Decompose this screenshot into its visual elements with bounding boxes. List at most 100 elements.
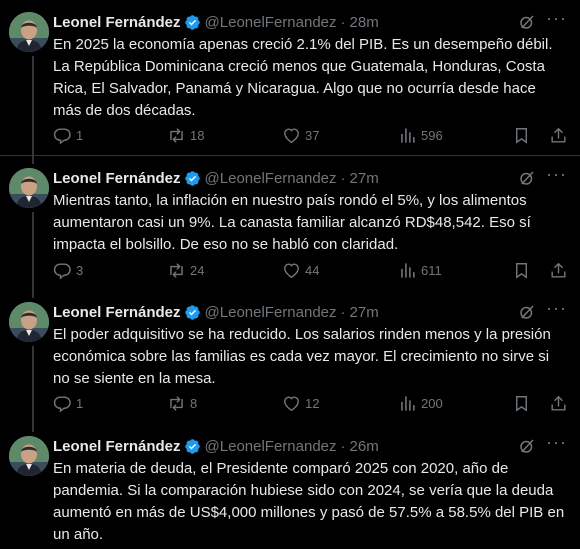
separator-dot: · <box>340 169 346 187</box>
thread-line <box>32 346 34 424</box>
thread-line <box>32 212 34 290</box>
tweet-actions: 3 24 44 611 <box>53 261 568 281</box>
tweet-time[interactable]: 28m <box>350 14 379 31</box>
grok-icon[interactable] <box>518 169 536 187</box>
tweet-time[interactable]: 27m <box>350 304 379 321</box>
reply-icon <box>53 394 72 413</box>
avatar-image <box>9 436 49 476</box>
view-count: 200 <box>421 396 443 411</box>
repost-button[interactable]: 18 <box>167 126 204 145</box>
share-icon[interactable] <box>549 394 568 413</box>
like-button[interactable]: 44 <box>282 261 319 280</box>
author-name[interactable]: Leonel Fernández <box>53 438 181 455</box>
repost-icon <box>167 394 186 413</box>
views-button[interactable]: 200 <box>398 394 443 413</box>
tweet[interactable]: Leonel Fernández @LeonelFernandez · 26m … <box>0 424 580 549</box>
verified-badge-icon <box>184 170 201 187</box>
more-options-icon[interactable]: ··· <box>546 165 566 188</box>
tweet-extra-actions <box>512 261 568 280</box>
tweet-time[interactable]: 26m <box>350 438 379 455</box>
separator-dot: · <box>340 303 346 321</box>
grok-icon[interactable] <box>518 13 536 31</box>
separator-dot: · <box>340 13 346 31</box>
repost-button[interactable]: 8 <box>167 394 197 413</box>
grok-icon[interactable] <box>518 303 536 321</box>
avatar[interactable] <box>9 436 49 476</box>
bookmark-icon[interactable] <box>512 126 531 145</box>
tweet-header: Leonel Fernández @LeonelFernandez · 26m … <box>53 433 570 456</box>
reply-count: 1 <box>76 128 84 143</box>
separator-dot: · <box>340 437 346 455</box>
tweet-text: En materia de deuda, el Presidente compa… <box>53 460 565 543</box>
more-options-icon[interactable]: ··· <box>546 433 566 456</box>
author-name[interactable]: Leonel Fernández <box>53 14 181 31</box>
verified-badge-icon <box>184 304 201 321</box>
heart-icon <box>282 126 301 145</box>
tweet-header: Leonel Fernández @LeonelFernandez · 27m … <box>53 299 570 322</box>
author-name[interactable]: Leonel Fernández <box>53 304 181 321</box>
share-icon[interactable] <box>549 261 568 280</box>
avatar[interactable] <box>9 12 49 52</box>
tweet-extra-actions <box>512 394 568 413</box>
views-icon <box>398 394 417 413</box>
share-icon[interactable] <box>549 126 568 145</box>
grok-icon[interactable] <box>518 437 536 455</box>
reply-button[interactable]: 1 <box>53 394 83 413</box>
more-options-icon[interactable]: ··· <box>546 299 566 322</box>
like-button[interactable]: 37 <box>282 126 319 145</box>
tweet-time[interactable]: 27m <box>350 170 379 187</box>
thread-line <box>32 156 34 164</box>
reply-icon <box>53 126 72 145</box>
thread-line <box>32 290 34 298</box>
repost-count: 18 <box>190 128 205 143</box>
thread-line <box>32 424 34 432</box>
view-count: 611 <box>421 263 442 278</box>
reply-count: 1 <box>76 396 84 411</box>
tweet[interactable]: Leonel Fernández @LeonelFernandez · 27m … <box>0 290 580 424</box>
tweet-text: El poder adquisitivo se ha reducido. Los… <box>53 326 551 387</box>
tweet-actions: 1 18 37 596 <box>53 126 568 146</box>
avatar[interactable] <box>9 302 49 342</box>
views-button[interactable]: 596 <box>398 126 443 145</box>
views-icon <box>398 126 417 145</box>
more-options-icon[interactable]: ··· <box>546 9 566 32</box>
tweet-extra-actions <box>512 126 568 145</box>
reply-button[interactable]: 3 <box>53 261 83 280</box>
like-count: 37 <box>305 128 320 143</box>
tweet-text: Mientras tanto, la inflación en nuestro … <box>53 192 531 253</box>
heart-icon <box>282 261 301 280</box>
avatar[interactable] <box>9 168 49 208</box>
bookmark-icon[interactable] <box>512 394 531 413</box>
author-handle[interactable]: @LeonelFernandez <box>205 438 337 455</box>
bookmark-icon[interactable] <box>512 261 531 280</box>
tweet[interactable]: Leonel Fernández @LeonelFernandez · 28m … <box>0 0 580 156</box>
author-name[interactable]: Leonel Fernández <box>53 170 181 187</box>
author-handle[interactable]: @LeonelFernandez <box>205 304 337 321</box>
like-count: 44 <box>305 263 320 278</box>
author-handle[interactable]: @LeonelFernandez <box>205 14 337 31</box>
heart-icon <box>282 394 301 413</box>
tweet-actions: 1 8 12 200 <box>53 394 568 414</box>
thread-line <box>32 56 34 156</box>
avatar-image <box>9 168 49 208</box>
repost-count: 8 <box>190 396 198 411</box>
repost-icon <box>167 126 186 145</box>
avatar-image <box>9 302 49 342</box>
like-button[interactable]: 12 <box>282 394 319 413</box>
views-button[interactable]: 611 <box>398 261 442 280</box>
views-icon <box>398 261 417 280</box>
repost-icon <box>167 261 186 280</box>
like-count: 12 <box>305 396 320 411</box>
view-count: 596 <box>421 128 443 143</box>
tweet-header: Leonel Fernández @LeonelFernandez · 28m … <box>53 9 570 32</box>
verified-badge-icon <box>184 438 201 455</box>
tweet[interactable]: Leonel Fernández @LeonelFernandez · 27m … <box>0 156 580 290</box>
repost-count: 24 <box>190 263 205 278</box>
avatar-image <box>9 12 49 52</box>
reply-count: 3 <box>76 263 84 278</box>
repost-button[interactable]: 24 <box>167 261 204 280</box>
author-handle[interactable]: @LeonelFernandez <box>205 170 337 187</box>
verified-badge-icon <box>184 14 201 31</box>
reply-button[interactable]: 1 <box>53 126 83 145</box>
tweet-text: En 2025 la economía apenas creció 2.1% d… <box>53 36 553 119</box>
